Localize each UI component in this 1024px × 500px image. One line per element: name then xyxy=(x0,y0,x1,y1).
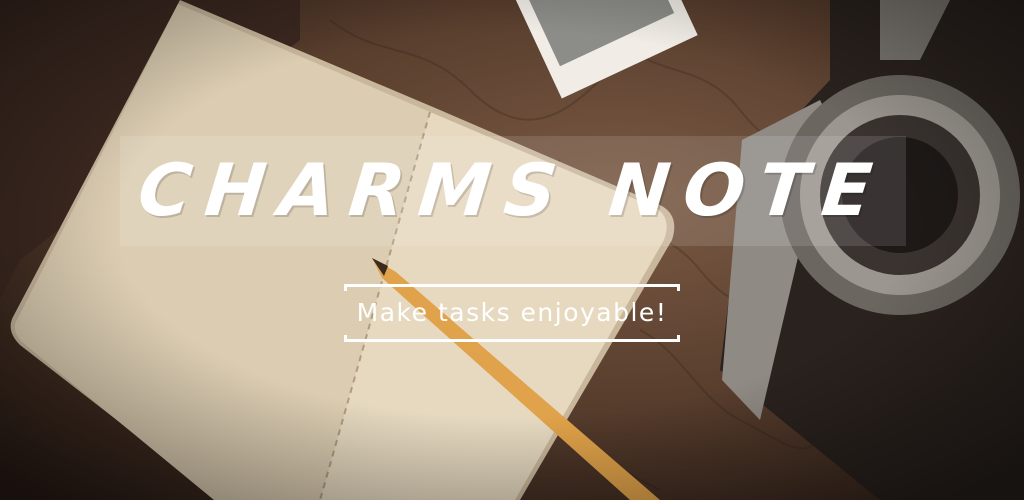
tagline-top-rule xyxy=(344,284,680,287)
app-title: CHARMS NOTE xyxy=(134,148,890,232)
tagline-tick-top-left xyxy=(344,284,347,291)
tagline-text: Make tasks enjoyable! xyxy=(356,298,668,327)
tagline-bottom-rule xyxy=(344,339,680,342)
tagline-tick-top-right xyxy=(677,284,680,291)
tagline-frame: Make tasks enjoyable! xyxy=(344,284,680,342)
feature-banner: CHARMS NOTE Make tasks enjoyable! xyxy=(0,0,1024,500)
background-photo xyxy=(0,0,1024,500)
